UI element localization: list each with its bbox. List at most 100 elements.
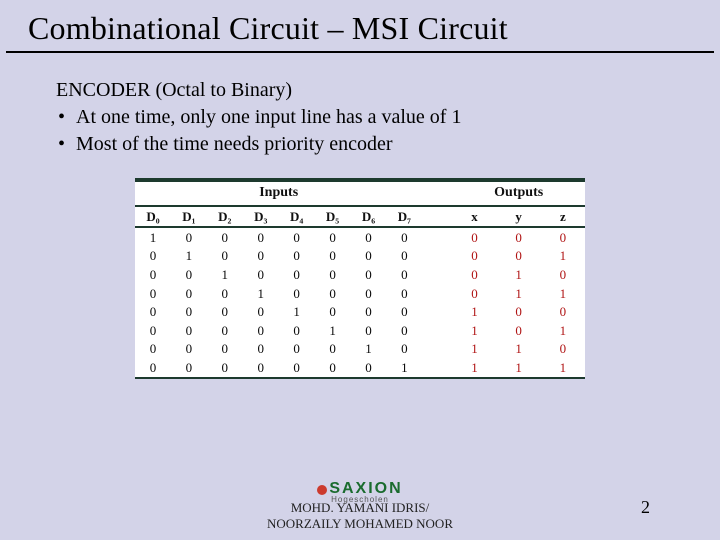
cell-input: 0: [315, 227, 351, 247]
table-row: 00000001111: [135, 358, 585, 377]
table-col: D₄: [279, 206, 315, 228]
cell-input: 0: [315, 303, 351, 322]
cell-output: 0: [452, 266, 496, 285]
table-col-header: D₀D₁D₂D₃D₄D₅D₆D₇xyz: [135, 206, 585, 228]
footer: SAXION Hogescholen MOHD. YAMANI IDRIS/ N…: [0, 480, 720, 532]
table-col: z: [541, 206, 585, 228]
cell-input: 0: [386, 340, 422, 359]
page-number: 2: [641, 497, 650, 518]
author-line2: NOORZAILY MOHAMED NOOR: [0, 516, 720, 532]
table-row: 00010000011: [135, 284, 585, 303]
cell-input: 0: [386, 284, 422, 303]
cell-input: 0: [207, 284, 243, 303]
cell-input: 0: [315, 266, 351, 285]
inputs-header: Inputs: [135, 181, 422, 206]
cell-input: 0: [243, 358, 279, 377]
cell-input: 0: [279, 358, 315, 377]
cell-input: 0: [386, 321, 422, 340]
cell-input: 0: [279, 266, 315, 285]
cell-input: 0: [351, 358, 387, 377]
cell-input: 1: [207, 266, 243, 285]
cell-input: 0: [171, 227, 207, 247]
table-col: D₀: [135, 206, 171, 228]
cell-input: 0: [279, 321, 315, 340]
cell-input: 0: [386, 227, 422, 247]
cell-output: 1: [541, 247, 585, 266]
cell-input: 0: [171, 303, 207, 322]
cell-input: 0: [135, 247, 171, 266]
cell-input: 0: [171, 266, 207, 285]
table-col: D₃: [243, 206, 279, 228]
cell-input: 0: [279, 284, 315, 303]
cell-input: 0: [243, 340, 279, 359]
cell-input: 0: [135, 340, 171, 359]
cell-output: 1: [497, 340, 541, 359]
cell-input: 0: [351, 247, 387, 266]
cell-input: 0: [243, 227, 279, 247]
table-row: 00100000010: [135, 266, 585, 285]
cell-input: 0: [279, 340, 315, 359]
cell-input: 0: [207, 321, 243, 340]
table-col: D₇: [386, 206, 422, 228]
cell-input: 0: [315, 340, 351, 359]
cell-input: 0: [243, 303, 279, 322]
table-row: 00000010110: [135, 340, 585, 359]
table-group-header: Inputs Outputs: [135, 181, 585, 206]
cell-output: 1: [541, 284, 585, 303]
table-col: D₁: [171, 206, 207, 228]
list-item: At one time, only one input line has a v…: [56, 104, 664, 131]
cell-output: 1: [452, 340, 496, 359]
cell-input: 0: [351, 321, 387, 340]
cell-input: 0: [351, 227, 387, 247]
cell-output: 1: [541, 358, 585, 377]
cell-input: 0: [171, 358, 207, 377]
cell-input: 0: [207, 303, 243, 322]
cell-output: 0: [497, 321, 541, 340]
cell-input: 0: [243, 247, 279, 266]
cell-input: 1: [243, 284, 279, 303]
cell-output: 0: [541, 340, 585, 359]
outputs-header: Outputs: [452, 181, 585, 206]
cell-output: 1: [452, 321, 496, 340]
cell-input: 0: [135, 284, 171, 303]
cell-input: 0: [135, 266, 171, 285]
cell-input: 0: [279, 247, 315, 266]
encoder-subtitle: ENCODER (Octal to Binary): [56, 77, 664, 104]
table-col: D₅: [315, 206, 351, 228]
cell-input: 0: [386, 303, 422, 322]
cell-input: 0: [135, 321, 171, 340]
cell-input: 0: [207, 340, 243, 359]
cell-input: 0: [315, 358, 351, 377]
cell-output: 0: [497, 303, 541, 322]
cell-input: 0: [243, 266, 279, 285]
cell-output: 0: [541, 303, 585, 322]
cell-input: 0: [351, 303, 387, 322]
cell-input: 0: [351, 284, 387, 303]
cell-input: 1: [171, 247, 207, 266]
cell-output: 1: [497, 284, 541, 303]
cell-output: 1: [497, 358, 541, 377]
cell-output: 0: [452, 284, 496, 303]
list-item: Most of the time needs priority encoder: [56, 131, 664, 158]
table-row: 00001000100: [135, 303, 585, 322]
cell-input: 1: [386, 358, 422, 377]
table-col: x: [452, 206, 496, 228]
cell-input: 0: [315, 284, 351, 303]
cell-input: 1: [135, 227, 171, 247]
cell-output: 1: [452, 303, 496, 322]
table-col: D₂: [207, 206, 243, 228]
cell-input: 1: [279, 303, 315, 322]
cell-input: 1: [315, 321, 351, 340]
cell-output: 0: [497, 227, 541, 247]
cell-input: 0: [135, 358, 171, 377]
logo-dot-icon: [317, 485, 327, 495]
cell-output: 0: [541, 227, 585, 247]
table-row: 10000000000: [135, 227, 585, 247]
truth-table: Inputs Outputs D₀D₁D₂D₃D₄D₅D₆D₇xyz 10000…: [135, 178, 585, 379]
cell-input: 0: [386, 266, 422, 285]
cell-input: 0: [315, 247, 351, 266]
cell-input: 0: [207, 358, 243, 377]
cell-input: 0: [279, 227, 315, 247]
cell-input: 0: [207, 247, 243, 266]
table-col: y: [497, 206, 541, 228]
